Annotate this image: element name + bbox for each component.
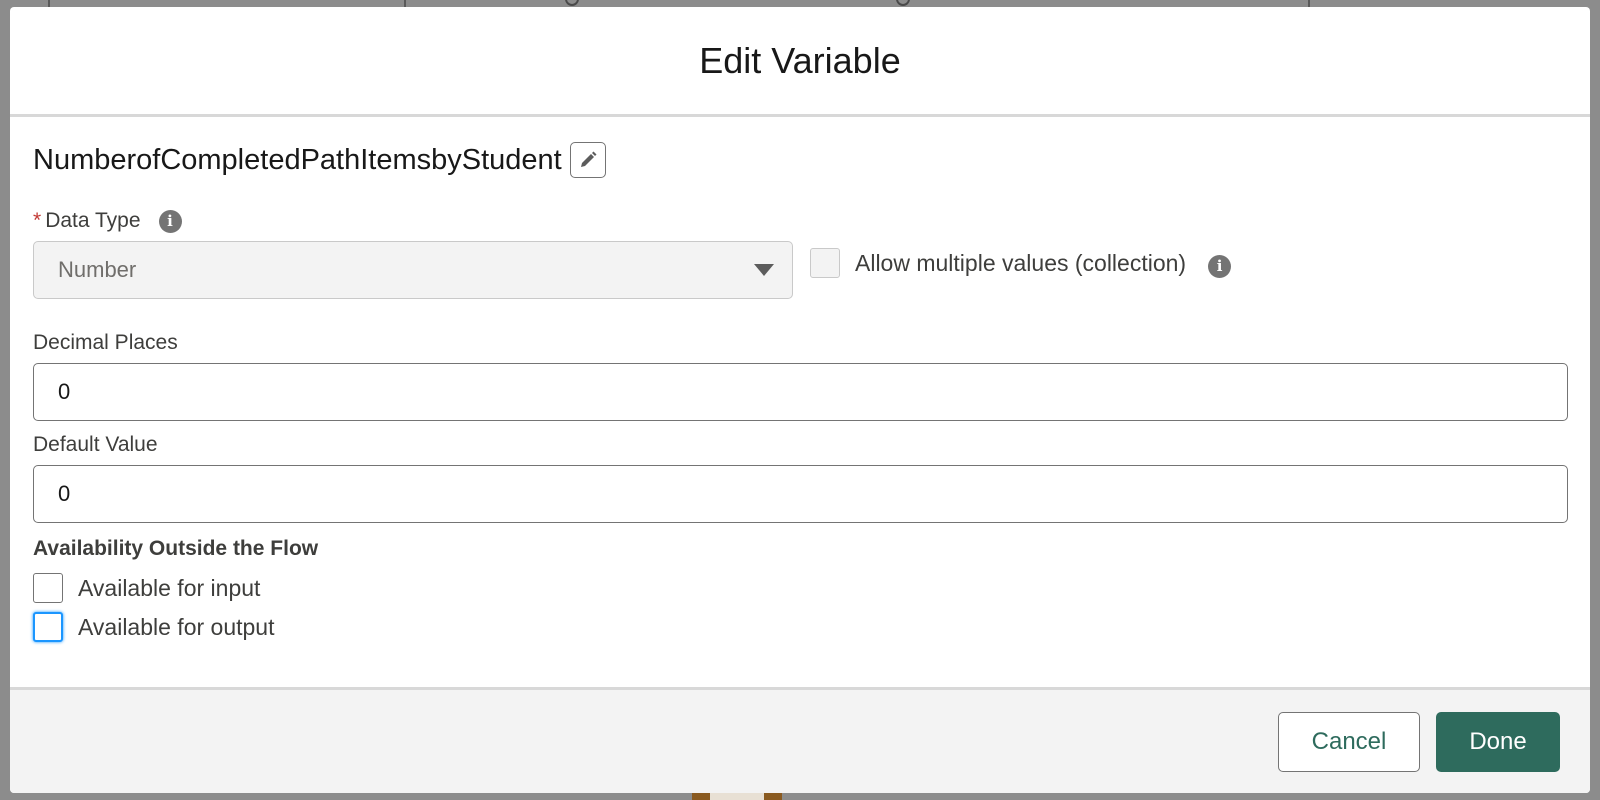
modal-body: NumberofCompletedPathItemsbyStudent * Da… <box>10 141 1590 701</box>
decimal-places-input[interactable]: 0 <box>33 363 1568 421</box>
info-icon[interactable]: i <box>1208 254 1232 278</box>
data-type-value: Number <box>58 257 137 282</box>
info-icon[interactable]: i <box>158 209 182 233</box>
default-value-input[interactable]: 0 <box>33 465 1568 523</box>
collection-label: Allow multiple values (collection) <box>855 249 1187 276</box>
chevron-down-icon <box>754 264 774 276</box>
availability-heading: Availability Outside the Flow <box>33 537 319 560</box>
data-type-label-text: Data Type <box>45 209 141 232</box>
modal-title: Edit Variable <box>699 39 901 81</box>
available-for-input-label: Available for input <box>78 574 261 601</box>
available-for-output-label: Available for output <box>78 613 275 640</box>
variable-api-name: NumberofCompletedPathItemsbyStudent <box>33 143 562 176</box>
available-for-input-row: Available for input <box>33 573 1567 603</box>
pencil-icon <box>580 151 597 167</box>
edit-name-button[interactable] <box>569 142 606 178</box>
modal-footer: Cancel Done <box>10 687 1590 793</box>
variable-name-row: NumberofCompletedPathItemsbyStudent <box>33 141 1567 179</box>
cancel-button[interactable]: Cancel <box>1278 711 1420 772</box>
edit-variable-modal: Edit Variable NumberofCompletedPathItems… <box>10 7 1590 793</box>
data-type-row: Number Allow multiple values (collection… <box>33 241 1567 299</box>
required-marker: * <box>33 209 42 232</box>
background-connector <box>896 0 910 6</box>
available-for-input-checkbox[interactable] <box>33 573 63 603</box>
collection-checkbox[interactable] <box>810 248 840 278</box>
done-button[interactable]: Done <box>1436 711 1560 772</box>
modal-header: Edit Variable <box>10 7 1590 117</box>
available-for-output-row: Available for output <box>33 612 1567 642</box>
background-canvas-element-label <box>710 792 764 800</box>
default-value-label: Default Value <box>33 433 158 456</box>
background-connector <box>565 0 579 6</box>
data-type-label: * Data Type i <box>33 207 1567 235</box>
decimal-places-label: Decimal Places <box>33 331 178 354</box>
data-type-select[interactable]: Number <box>33 241 793 299</box>
collection-option: Allow multiple values (collection) i <box>810 248 1232 278</box>
available-for-output-checkbox[interactable] <box>33 612 63 642</box>
